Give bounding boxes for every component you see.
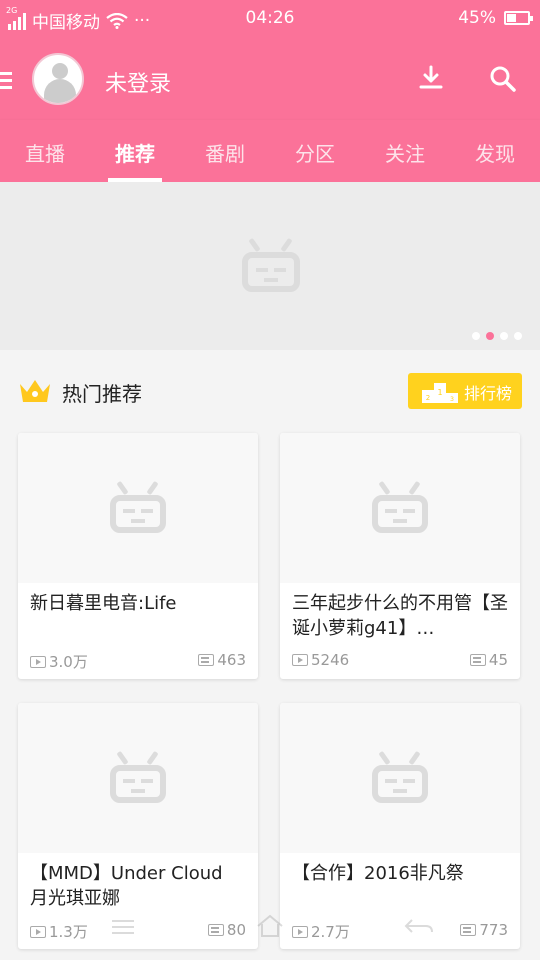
video-card[interactable]: 【MMD】Under Cloud 月光琪亚娜 1.3万 80 <box>18 703 258 949</box>
tab-categories[interactable]: 分区 <box>270 138 360 167</box>
video-title: 【合作】2016非凡祭 <box>292 863 464 884</box>
tab-bar: 直播 推荐 番剧 分区 关注 发现 <box>0 120 540 182</box>
video-title: 三年起步什么的不用管【圣诞小萝莉g41】… <box>292 593 508 639</box>
search-icon[interactable] <box>488 64 518 94</box>
svg-text:2: 2 <box>426 394 430 402</box>
danmaku-count: 463 <box>217 651 246 669</box>
nav-home-icon[interactable] <box>256 914 284 938</box>
avatar-head <box>52 63 68 79</box>
tab-anime[interactable]: 番剧 <box>180 138 270 167</box>
danmaku-icon <box>198 654 215 666</box>
tv-placeholder-icon <box>110 750 166 803</box>
tv-placeholder-icon <box>242 237 300 292</box>
carousel-dot-active <box>486 332 494 340</box>
svg-text:1: 1 <box>437 388 442 397</box>
tv-placeholder-icon <box>372 750 428 803</box>
video-title: 新日暮里电音:Life <box>30 593 177 614</box>
danmaku-icon <box>460 924 477 936</box>
banner-carousel[interactable] <box>0 182 540 350</box>
video-thumbnail <box>280 433 520 583</box>
tv-placeholder-icon <box>110 480 166 533</box>
danmaku-count: 773 <box>479 921 508 939</box>
carousel-indicator <box>472 332 522 340</box>
video-card[interactable]: 三年起步什么的不用管【圣诞小萝莉g41】… 5246 45 <box>280 433 520 679</box>
tv-placeholder-icon <box>372 480 428 533</box>
danmaku-icon <box>469 654 486 666</box>
play-count: 2.7万 <box>311 923 350 941</box>
play-count-icon <box>30 925 46 938</box>
play-count: 5246 <box>311 651 350 669</box>
nav-back-icon[interactable] <box>404 918 434 936</box>
ranking-label: 排行榜 <box>464 384 513 403</box>
hamburger-icon[interactable] <box>0 72 12 93</box>
crown-icon <box>20 380 50 402</box>
carousel-dot <box>500 332 508 340</box>
play-count-icon <box>292 654 308 666</box>
tab-discover[interactable]: 发现 <box>450 138 540 167</box>
carousel-dot <box>472 332 480 340</box>
section-title: 热门推荐 <box>62 382 142 406</box>
hot-recommend-header: 热门推荐 1 2 3 排行榜 <box>0 360 540 420</box>
danmaku-count: 80 <box>226 921 246 939</box>
play-count-icon <box>30 655 46 668</box>
play-count: 1.3万 <box>49 923 88 941</box>
play-count: 3.0万 <box>49 653 88 671</box>
video-thumbnail <box>280 703 520 853</box>
tab-recommend[interactable]: 推荐 <box>90 138 180 167</box>
download-icon[interactable] <box>416 64 446 94</box>
podium-icon: 1 2 3 <box>422 383 458 403</box>
tab-following[interactable]: 关注 <box>360 138 450 167</box>
play-count-icon <box>292 925 308 938</box>
tab-live[interactable]: 直播 <box>0 138 90 167</box>
carousel-dot <box>514 332 522 340</box>
ranking-button[interactable]: 1 2 3 排行榜 <box>408 373 522 409</box>
status-bar: 2G 中国移动 ··· 04:26 45% <box>0 0 540 38</box>
danmaku-count: 45 <box>488 651 508 669</box>
avatar[interactable] <box>32 53 84 105</box>
app-bar: 未登录 <box>0 38 540 120</box>
battery-percent: 45% <box>458 8 496 28</box>
avatar-body <box>44 79 76 103</box>
battery-icon <box>504 11 533 25</box>
video-title: 【MMD】Under Cloud 月光琪亚娜 <box>30 863 223 909</box>
svg-text:3: 3 <box>450 396 454 403</box>
video-card[interactable]: 【合作】2016非凡祭 2.7万 773 <box>280 703 520 949</box>
video-card[interactable]: 新日暮里电音:Life 3.0万 463 <box>18 433 258 679</box>
video-thumbnail <box>18 703 258 853</box>
login-status[interactable]: 未登录 <box>105 66 171 98</box>
danmaku-icon <box>207 924 224 936</box>
nav-menu-icon[interactable] <box>110 918 136 936</box>
video-thumbnail <box>18 433 258 583</box>
